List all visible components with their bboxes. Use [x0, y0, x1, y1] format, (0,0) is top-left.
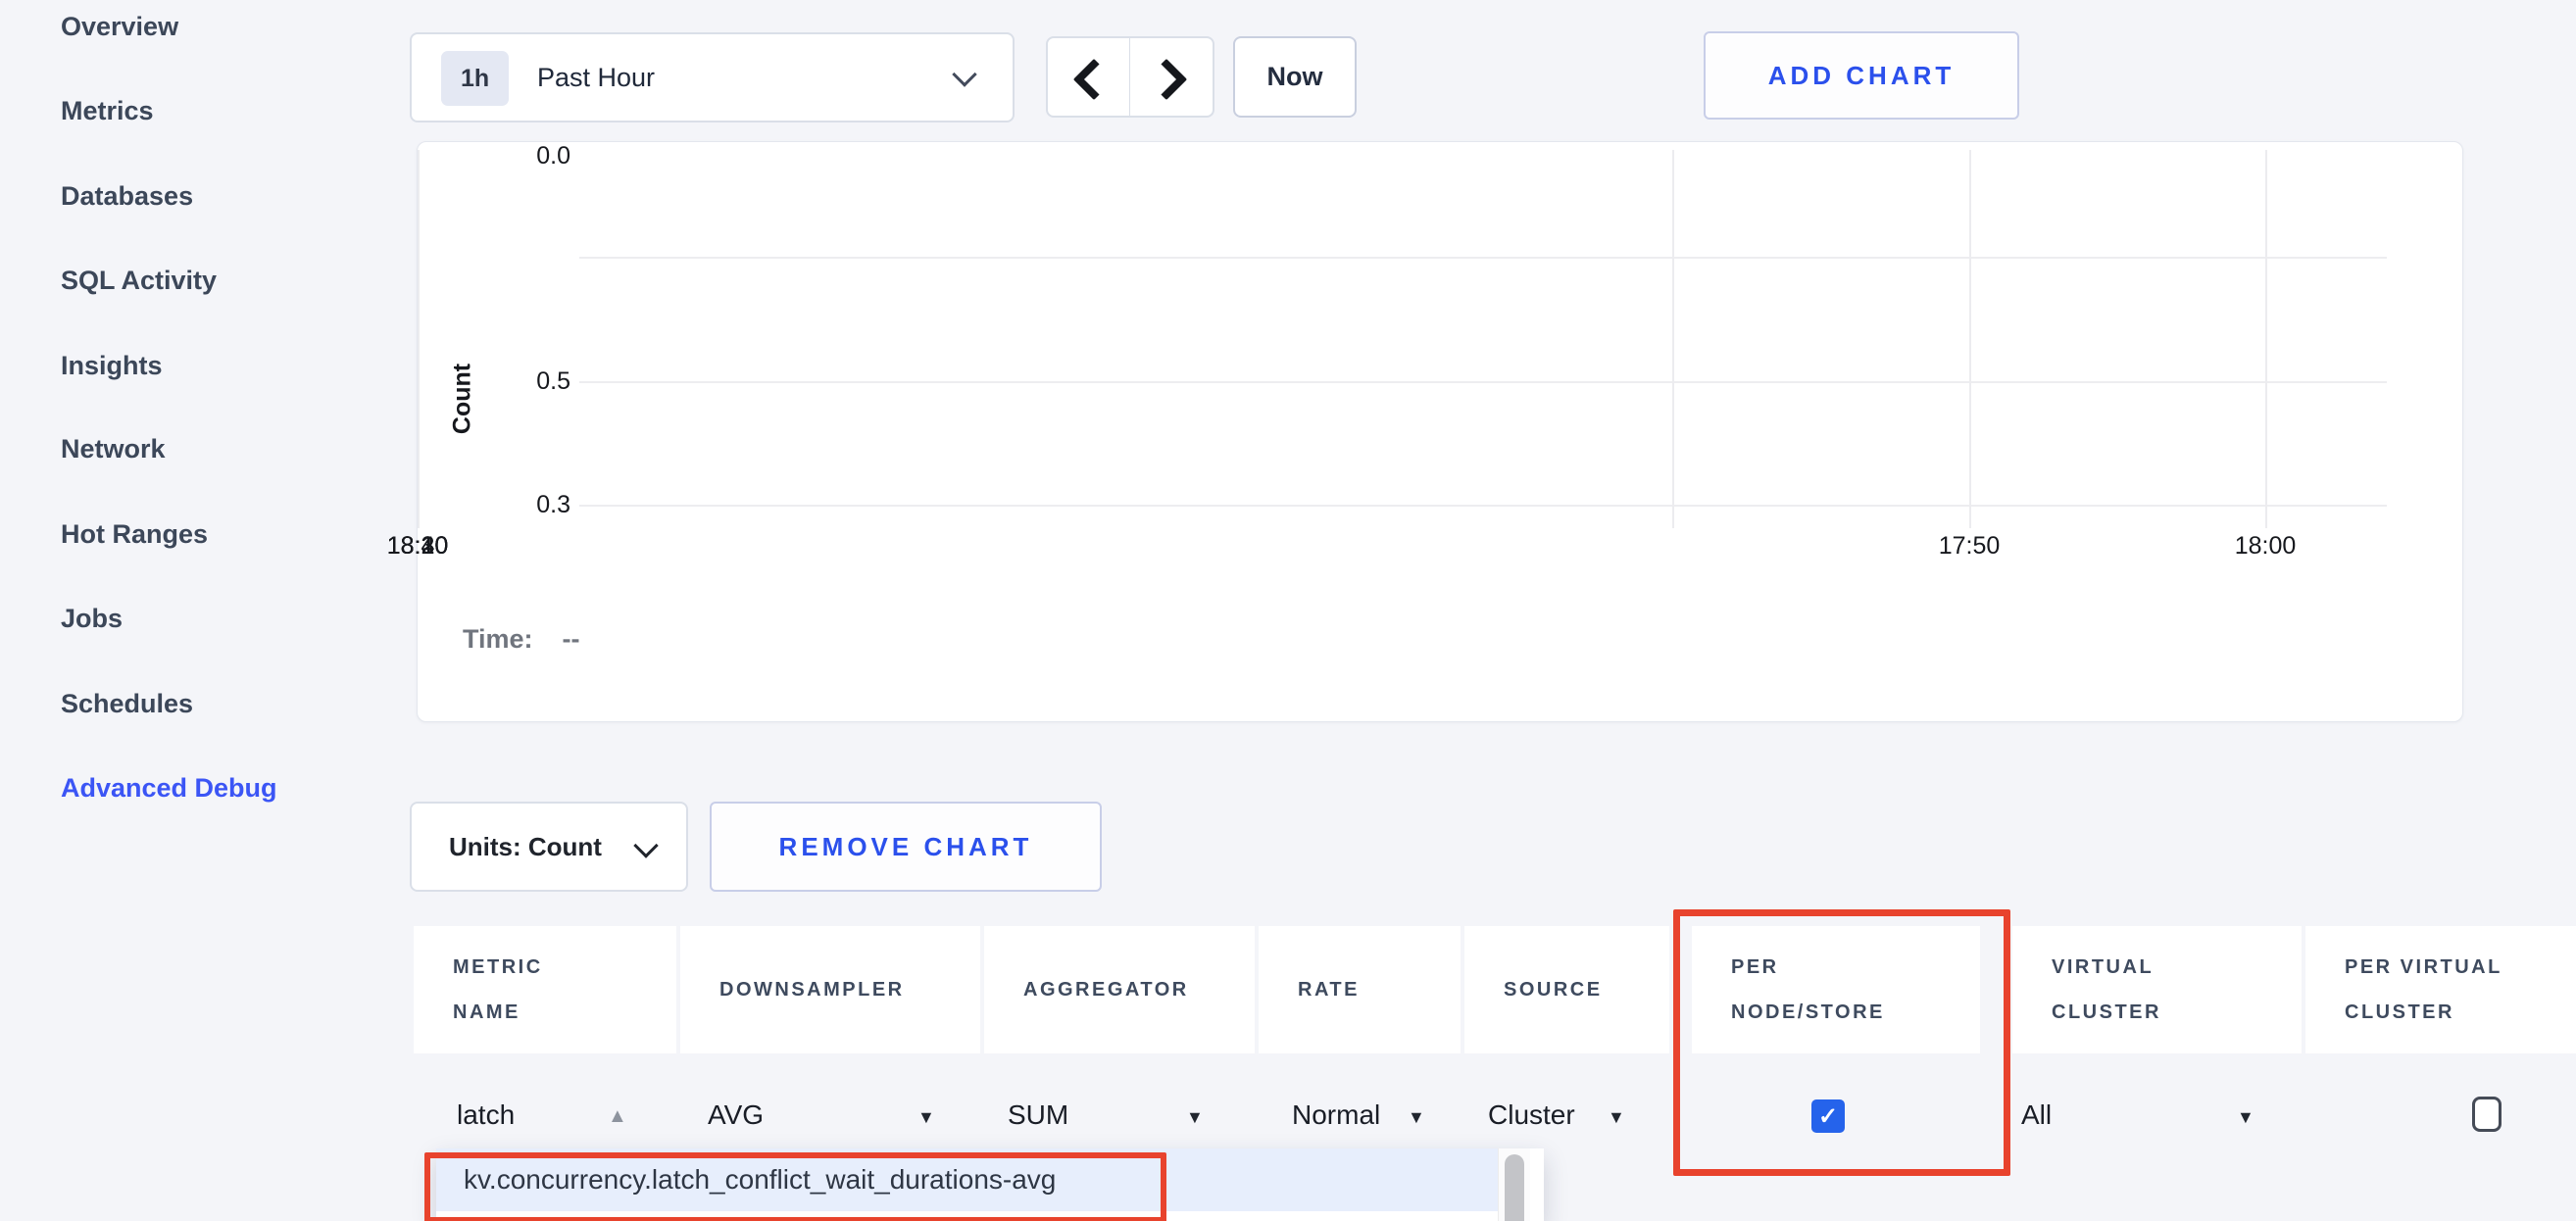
gridline-horizontal	[579, 505, 2387, 507]
time-range-badge: 1h	[441, 51, 509, 106]
column-header-label: AGGREGATOR	[1023, 967, 1189, 1012]
sidebar-item-overview[interactable]: Overview	[61, 12, 178, 42]
caret-down-icon[interactable]: ▼	[2237, 1107, 2254, 1128]
remove-chart-button[interactable]: REMOVE CHART	[710, 802, 1102, 892]
caret-down-icon[interactable]: ▼	[917, 1107, 935, 1128]
scrollbar-thumb[interactable]	[1505, 1154, 1524, 1221]
gridline-horizontal	[579, 257, 2387, 259]
units-dropdown[interactable]: Units: Count	[410, 802, 688, 892]
sidebar-item-insights[interactable]: Insights	[61, 351, 163, 381]
downsampler-select[interactable]: AVG	[708, 1099, 764, 1131]
advanced-debug-custom-chart-page: Overview Metrics Databases SQL Activity …	[0, 0, 2576, 1221]
now-button[interactable]: Now	[1233, 36, 1357, 118]
gridline-vertical	[1969, 150, 1971, 528]
dropdown-scrollbar[interactable]	[1498, 1148, 1530, 1221]
add-chart-button[interactable]: ADD CHART	[1704, 31, 2019, 120]
gridline-vertical	[418, 150, 420, 528]
metric-suggestion-dropdown: kv.concurrency.latch_conflict_wait_durat…	[436, 1148, 1544, 1221]
caret-down-icon[interactable]: ▼	[1408, 1107, 1425, 1128]
chevron-down-icon	[633, 833, 658, 857]
custom-chart-card: Count 0.5 0.3 0.0 17:50 18:00 18:10 18:2…	[417, 141, 2463, 722]
per-virtual-cluster-checkbox[interactable]	[2472, 1097, 2502, 1132]
column-header-label: METRIC NAME	[453, 945, 561, 1035]
source-select[interactable]: Cluster	[1488, 1099, 1575, 1131]
rate-select[interactable]: Normal	[1292, 1099, 1380, 1131]
time-range-dropdown[interactable]: 1h Past Hour	[410, 32, 1015, 122]
x-tick-label: 18:00	[2187, 532, 2344, 561]
x-tick-label: 18:40	[339, 532, 496, 561]
gridline-vertical	[1672, 150, 1674, 528]
column-header-rate: RATE	[1259, 926, 1461, 1053]
column-header-label: VIRTUAL CLUSTER	[2052, 945, 2194, 1035]
sidebar-item-hot-ranges[interactable]: Hot Ranges	[61, 519, 208, 550]
column-header-label: SOURCE	[1504, 967, 1603, 1012]
chevron-down-icon	[952, 62, 976, 86]
column-header-downsampler: DOWNSAMPLER	[680, 926, 980, 1053]
column-header-label: RATE	[1298, 967, 1360, 1012]
column-header-label: PER VIRTUAL CLUSTER	[2345, 945, 2521, 1035]
metric-suggestion-item[interactable]: kv.concurrency.latch_conflict_wait_durat…	[436, 1148, 1498, 1211]
column-header-aggregator: AGGREGATOR	[984, 926, 1255, 1053]
units-dropdown-label: Units: Count	[449, 804, 602, 890]
chevron-right-icon	[1146, 59, 1187, 100]
per-node-store-checkbox[interactable]: ✓	[1811, 1099, 1845, 1133]
column-header-per-virtual-cluster: PER VIRTUAL CLUSTER	[2305, 926, 2576, 1053]
column-header-metric-name: METRIC NAME	[414, 926, 676, 1053]
y-axis-label: Count	[449, 364, 477, 434]
y-tick-label: 0.0	[486, 142, 570, 171]
column-header-label: DOWNSAMPLER	[719, 967, 905, 1012]
time-range-label: Past Hour	[537, 34, 655, 121]
gridline-horizontal	[579, 381, 2387, 383]
y-tick-label: 0.5	[486, 367, 570, 396]
aggregator-select[interactable]: SUM	[1008, 1099, 1068, 1131]
hover-time-value: --	[563, 624, 580, 654]
y-tick-label: 0.3	[486, 491, 570, 519]
sidebar-item-advanced-debug[interactable]: Advanced Debug	[61, 773, 277, 804]
column-header-per-node-store: PER NODE/STORE	[1692, 926, 1980, 1053]
caret-up-icon: ▲	[608, 1105, 627, 1128]
sidebar-item-schedules[interactable]: Schedules	[61, 689, 193, 719]
column-header-source: SOURCE	[1464, 926, 1669, 1053]
virtual-cluster-select[interactable]: All	[2021, 1099, 2052, 1131]
hover-time-readout: Time: --	[463, 624, 580, 655]
previous-range-button[interactable]	[1046, 36, 1131, 118]
metric-name-input[interactable]: latch	[457, 1099, 515, 1131]
caret-down-icon[interactable]: ▼	[1608, 1107, 1625, 1128]
next-range-button[interactable]	[1129, 36, 1214, 118]
sidebar-item-jobs[interactable]: Jobs	[61, 604, 123, 634]
caret-down-icon[interactable]: ▼	[1186, 1107, 1204, 1128]
hover-time-label: Time:	[463, 624, 533, 654]
sidebar-item-sql-activity[interactable]: SQL Activity	[61, 266, 217, 296]
x-tick-label: 17:50	[1891, 532, 2048, 561]
sidebar-item-databases[interactable]: Databases	[61, 181, 193, 212]
checkmark-icon: ✓	[1818, 1102, 1838, 1131]
sidebar-item-metrics[interactable]: Metrics	[61, 96, 154, 126]
sidebar-item-network[interactable]: Network	[61, 434, 166, 464]
gridline-vertical	[2265, 150, 2267, 528]
chevron-left-icon	[1073, 59, 1115, 100]
column-header-virtual-cluster: VIRTUAL CLUSTER	[2012, 926, 2302, 1053]
column-header-label: PER NODE/STORE	[1731, 945, 1893, 1035]
